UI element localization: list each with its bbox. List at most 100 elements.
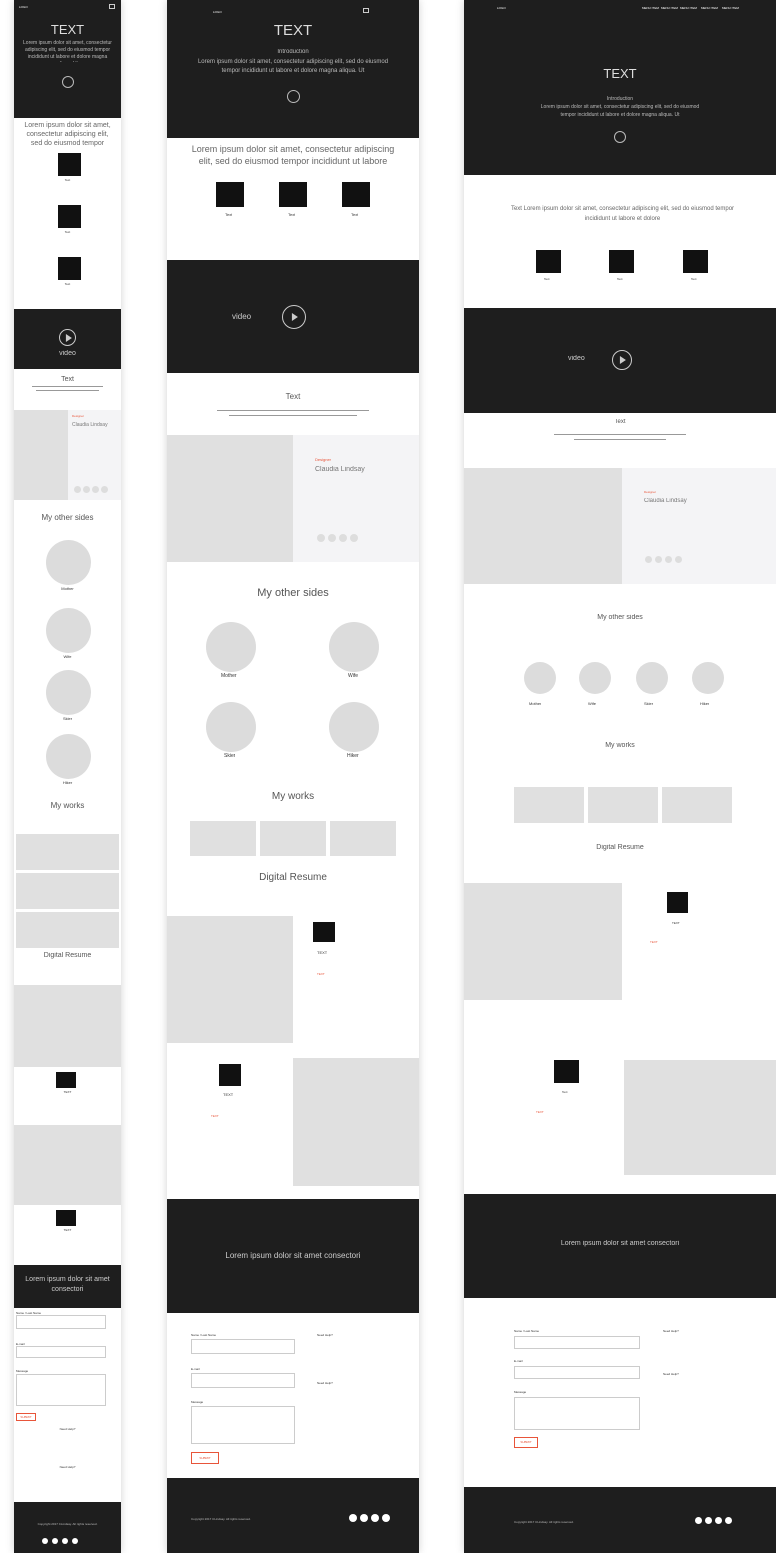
name-label: Name / Last Name <box>514 1329 540 1333</box>
resume-sub-label: TEXT <box>317 972 325 976</box>
work-thumbnail[interactable] <box>514 787 584 823</box>
play-icon[interactable] <box>612 350 632 370</box>
social-icon[interactable] <box>83 486 90 493</box>
social-icon[interactable] <box>675 556 682 563</box>
about-item-title: Text <box>617 277 623 281</box>
work-thumbnail[interactable] <box>16 873 119 909</box>
social-icon[interactable] <box>725 1517 732 1524</box>
text-line <box>229 415 357 416</box>
side-photo <box>46 734 91 779</box>
work-thumbnail[interactable] <box>330 821 396 856</box>
name-input[interactable] <box>514 1336 640 1349</box>
social-icon[interactable] <box>317 534 325 542</box>
cta-section: Lorem ipsum dolor sit amet consectori <box>167 1199 419 1313</box>
message-textarea[interactable] <box>191 1406 295 1444</box>
side-photo <box>524 662 556 694</box>
side-label: Wife <box>588 701 596 706</box>
nav-item[interactable]: MENU ITEM <box>722 6 739 10</box>
message-textarea[interactable] <box>16 1374 106 1406</box>
message-textarea[interactable] <box>514 1397 640 1430</box>
social-icon[interactable] <box>715 1517 722 1524</box>
submit-button[interactable]: SUBMIT <box>16 1413 36 1421</box>
about-image <box>58 153 81 176</box>
social-icon[interactable] <box>74 486 81 493</box>
email-input[interactable] <box>514 1366 640 1379</box>
work-thumbnail[interactable] <box>662 787 732 823</box>
help-title: Need Help? <box>663 1329 679 1333</box>
side-photo <box>636 662 668 694</box>
social-icon[interactable] <box>350 534 358 542</box>
social-icon[interactable] <box>645 556 652 563</box>
social-icon[interactable] <box>42 1538 48 1544</box>
nav-item[interactable]: MENU ITEM <box>661 6 678 10</box>
text-line <box>32 386 103 387</box>
work-thumbnail[interactable] <box>190 821 256 856</box>
about-item-title: Text <box>64 230 71 234</box>
resume-icon <box>554 1060 579 1083</box>
logo[interactable]: LOGO <box>497 6 506 10</box>
social-icon[interactable] <box>360 1514 368 1522</box>
text-line <box>217 410 369 411</box>
name-input[interactable] <box>16 1315 106 1329</box>
resume-image <box>14 985 121 1067</box>
about-heading: Lorem ipsum dolor sit amet, consectetur … <box>24 122 111 147</box>
menu-icon[interactable] <box>363 8 369 13</box>
play-icon[interactable] <box>282 305 306 329</box>
hero-text: Lorem ipsum dolor sit amet, consectetur … <box>197 59 389 74</box>
work-thumbnail[interactable] <box>260 821 326 856</box>
resume-image <box>167 916 293 1043</box>
social-icon[interactable] <box>371 1514 379 1522</box>
hero-intro: Introduction <box>606 96 634 102</box>
social-icon[interactable] <box>62 1538 68 1544</box>
resume-block-title: TEXT <box>63 1090 72 1094</box>
profile-photo <box>464 468 622 584</box>
other-sides-title: My other sides <box>257 587 329 599</box>
name-input[interactable] <box>191 1339 295 1354</box>
side-label: Skier <box>224 753 236 759</box>
resume-title: Digital Resume <box>43 952 92 959</box>
email-label: E-mail <box>514 1359 523 1363</box>
email-input[interactable] <box>191 1373 295 1388</box>
chevron-down-icon[interactable] <box>287 90 300 103</box>
email-input[interactable] <box>16 1346 106 1358</box>
logo[interactable]: LOGO <box>213 10 222 14</box>
social-icon[interactable] <box>92 486 99 493</box>
nav-item[interactable]: MENU ITEM <box>642 6 659 10</box>
social-icon[interactable] <box>101 486 108 493</box>
social-icon[interactable] <box>349 1514 357 1522</box>
cta-section: Lorem ipsum dolor sit amet consectori <box>14 1265 121 1308</box>
help-title: Need Help? <box>317 1381 333 1385</box>
copyright: Copyright 2017 CLindsay. All rights rese… <box>191 1517 251 1521</box>
profile-section-title: Text <box>61 376 74 383</box>
work-thumbnail[interactable] <box>16 912 119 948</box>
social-icon[interactable] <box>382 1514 390 1522</box>
resume-block-title: TEXT <box>223 1092 234 1097</box>
chevron-down-icon[interactable] <box>614 131 626 143</box>
side-label: Hiker <box>62 780 73 785</box>
video-label: video <box>568 355 585 362</box>
about-item-title: Text <box>64 178 71 182</box>
social-icon[interactable] <box>72 1538 78 1544</box>
social-icon[interactable] <box>705 1517 712 1524</box>
tablet-mockup: LOGO TEXT Introduction Lorem ipsum dolor… <box>167 0 419 1553</box>
nav-item[interactable]: MENU ITEM <box>680 6 697 10</box>
submit-button[interactable]: SUBMIT <box>514 1437 538 1448</box>
about-item-title: Text <box>288 212 296 217</box>
work-thumbnail[interactable] <box>16 834 119 870</box>
menu-icon[interactable] <box>109 4 115 9</box>
submit-button[interactable]: SUBMIT <box>191 1452 219 1464</box>
social-icon[interactable] <box>52 1538 58 1544</box>
resume-image <box>624 1060 776 1175</box>
logo[interactable]: LOGO <box>19 5 28 9</box>
social-icon[interactable] <box>665 556 672 563</box>
message-label: Message <box>191 1400 204 1404</box>
play-icon[interactable] <box>59 329 76 346</box>
social-icon[interactable] <box>328 534 336 542</box>
social-icon[interactable] <box>695 1517 702 1524</box>
side-label: Hiker <box>347 753 359 759</box>
chevron-down-icon[interactable] <box>62 76 74 88</box>
social-icon[interactable] <box>655 556 662 563</box>
nav-item[interactable]: MENU ITEM <box>701 6 718 10</box>
work-thumbnail[interactable] <box>588 787 658 823</box>
social-icon[interactable] <box>339 534 347 542</box>
